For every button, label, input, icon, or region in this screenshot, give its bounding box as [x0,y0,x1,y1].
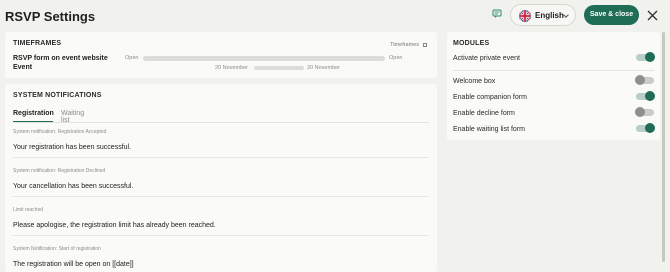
divider [453,70,654,71]
timeframe-row-label: RSVP form on event website Event [13,55,108,71]
module-row-welcome-box: Welcome box [453,75,654,88]
date-right-label: 20 November [307,65,341,71]
divider [13,157,429,158]
tabs-divider [13,122,429,123]
module-row-companion-form: Enable companion form [453,91,655,104]
module-label: Enable decline form [453,110,515,117]
timeframes-link[interactable]: Timeframes [390,42,427,48]
save-close-button[interactable]: Save & close [584,5,639,25]
timeframes-title: TIMEFRAMES [13,40,62,47]
toggle-knob [645,91,655,101]
timeframes-link-label: Timeframes [390,42,419,48]
toggle-knob [645,123,655,133]
timeframe-bar [143,56,385,61]
toggle-knob [645,52,655,62]
open-left-label: Open [125,55,139,61]
notifications-title: SYSTEM NOTIFICATIONS [13,92,102,99]
module-row-private-event: Activate private event [453,52,655,65]
scrollbar[interactable] [662,32,665,262]
module-label: Welcome box [453,78,496,85]
welcome-box-toggle[interactable] [635,75,654,85]
close-icon[interactable] [647,10,658,21]
module-row-waiting-list-form: Enable waiting list form [453,123,655,136]
uk-flag-icon [519,10,531,22]
date-left-label: 20 November [215,65,249,71]
language-selector[interactable]: English [510,4,576,26]
system-notifications-panel: SYSTEM NOTIFICATIONS Registration Waitin… [5,84,437,272]
divider [13,235,429,236]
notification-caption: System notification: Registration Accept… [13,129,107,135]
notification-item[interactable]: System Notification: Start of registrati… [13,246,429,268]
external-link-icon [423,42,427,47]
toggle-knob [635,107,645,117]
notification-text: The registration will be open on [[date]… [13,261,134,268]
timeframes-panel: TIMEFRAMES Timeframes RSVP form on event… [5,32,437,78]
waiting-list-form-toggle[interactable] [636,123,655,133]
notification-caption: Limit reached [13,207,44,213]
language-label: English [535,11,564,20]
companion-form-toggle[interactable] [636,91,655,101]
top-bar: RSVP Settings English Save & close [0,0,670,32]
private-event-toggle[interactable] [636,52,655,62]
notification-caption: System notification: Registration Declin… [13,168,106,174]
notification-text: Your registration has been successful. [13,144,132,151]
module-row-decline-form: Enable decline form [453,107,654,120]
feedback-icon[interactable] [492,9,502,19]
chevron-down-icon [563,12,569,18]
notification-caption: System Notification: Start of registrati… [13,246,101,252]
notification-item[interactable]: Limit reached Please apologise, the regi… [13,207,429,229]
module-label: Activate private event [453,55,520,62]
open-right-label: Open [389,55,403,61]
modules-title: MODULES [453,40,490,47]
date-bar [254,66,304,70]
notification-text: Your cancellation has been successful. [13,183,134,190]
decline-form-toggle[interactable] [635,107,654,117]
tab-registration[interactable]: Registration [13,110,54,117]
page-title: RSVP Settings [5,9,96,24]
notification-item[interactable]: System notification: Registration Accept… [13,129,429,151]
modules-panel: MODULES Activate private event Welcome b… [447,32,660,140]
toggle-knob [635,75,645,85]
notification-text: Please apologise, the registration limit… [13,222,216,229]
notification-item[interactable]: System notification: Registration Declin… [13,168,429,190]
divider [13,196,429,197]
module-label: Enable companion form [453,94,527,101]
module-label: Enable waiting list form [453,126,525,133]
